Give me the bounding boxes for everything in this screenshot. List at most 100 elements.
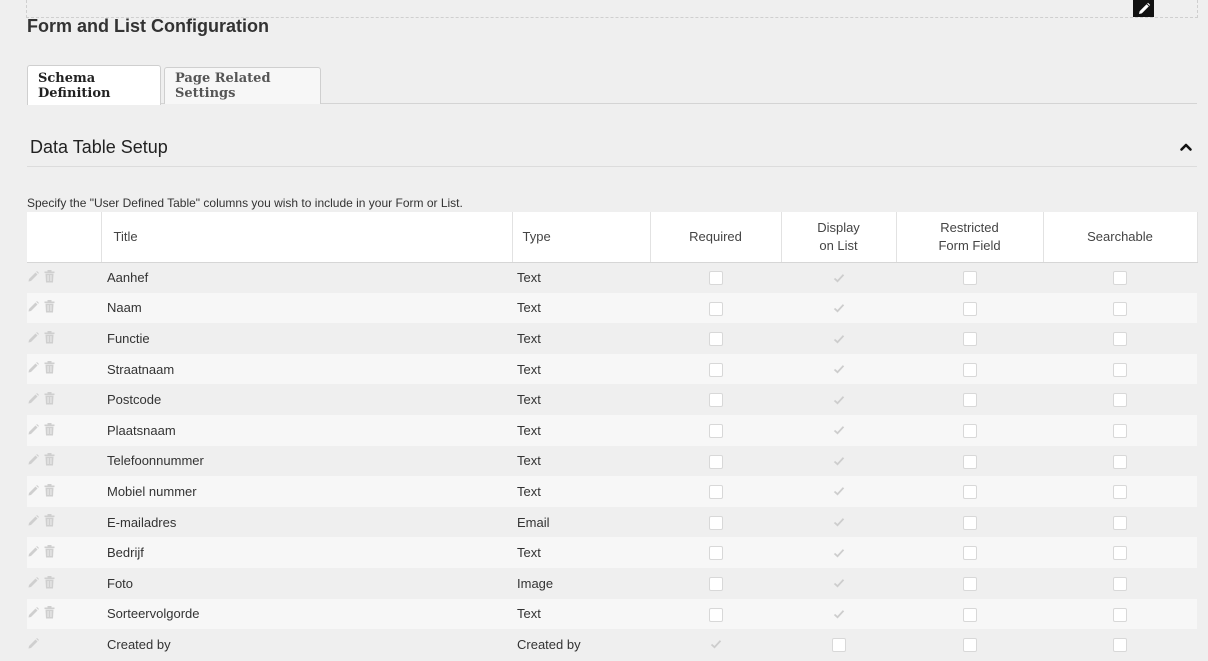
pencil-icon[interactable] <box>27 637 40 653</box>
restricted-form-field-checkbox[interactable] <box>962 638 977 653</box>
searchable-cell <box>1043 537 1197 568</box>
checkmark-icon <box>833 454 845 469</box>
required-checkbox[interactable] <box>708 393 723 408</box>
columns-table: Title Type Required Display on List Rest… <box>27 212 1198 660</box>
searchable-checkbox[interactable] <box>1113 271 1127 286</box>
required-checkbox[interactable] <box>708 271 723 286</box>
restricted-form-field-checkbox[interactable] <box>962 393 977 408</box>
row-title: Aanhef <box>101 262 512 293</box>
searchable-checkbox[interactable] <box>1113 332 1127 347</box>
restricted-form-field-checkbox[interactable] <box>962 546 977 561</box>
tab-page-related-settings[interactable]: Page Related Settings <box>164 67 321 104</box>
pencil-icon[interactable] <box>27 331 40 347</box>
pencil-icon[interactable] <box>27 270 40 286</box>
restricted-form-field-checkbox[interactable] <box>962 515 977 530</box>
pencil-icon[interactable] <box>27 576 40 592</box>
edit-module-button[interactable] <box>1133 0 1154 17</box>
searchable-cell <box>1043 262 1197 293</box>
row-actions <box>27 506 101 538</box>
trash-icon[interactable] <box>44 391 55 408</box>
searchable-checkbox[interactable] <box>1113 454 1127 469</box>
trash-icon[interactable] <box>44 514 55 530</box>
row-type: Text <box>512 598 650 630</box>
collapse-button[interactable] <box>1179 140 1193 154</box>
restricted-form-field-checkbox[interactable] <box>962 607 977 622</box>
display-on-list-cell <box>781 476 896 507</box>
pencil-icon[interactable] <box>27 300 40 316</box>
searchable-checkbox[interactable] <box>1113 301 1127 316</box>
row-actions <box>27 445 101 477</box>
restricted-form-field-checkbox[interactable] <box>962 454 977 469</box>
pencil-icon[interactable] <box>27 453 40 469</box>
restricted-form-field-checkbox[interactable] <box>962 424 977 439</box>
header-title: Title <box>101 212 513 263</box>
required-checkbox[interactable] <box>708 485 723 500</box>
restricted-form-field-checkbox[interactable] <box>962 301 977 316</box>
trash-icon[interactable] <box>44 606 55 622</box>
required-checkbox[interactable] <box>708 546 723 561</box>
pencil-icon[interactable] <box>27 606 40 622</box>
searchable-cell <box>1043 445 1197 477</box>
row-title: Created by <box>101 629 512 660</box>
page-title: Form and List Configuration <box>27 16 269 36</box>
display-on-list-cell <box>781 292 896 324</box>
searchable-cell <box>1043 476 1197 507</box>
required-checkbox[interactable] <box>708 332 723 347</box>
display-on-list-checkbox[interactable] <box>831 638 846 653</box>
trash-icon[interactable] <box>44 422 55 439</box>
checkmark-icon <box>833 484 845 499</box>
trash-icon[interactable] <box>44 483 55 500</box>
searchable-checkbox[interactable] <box>1113 546 1127 561</box>
required-checkbox[interactable] <box>708 577 723 592</box>
table-row: Naam Text <box>27 292 1197 324</box>
display-on-list-cell <box>781 445 896 477</box>
searchable-checkbox[interactable] <box>1113 485 1127 500</box>
trash-icon[interactable] <box>44 361 55 377</box>
pencil-icon[interactable] <box>27 423 40 439</box>
searchable-checkbox[interactable] <box>1113 393 1127 408</box>
pencil-icon[interactable] <box>27 514 40 530</box>
trash-icon[interactable] <box>44 300 55 316</box>
restricted-form-field-cell <box>896 353 1043 385</box>
pencil-icon[interactable] <box>27 392 40 408</box>
restricted-form-field-checkbox[interactable] <box>962 362 977 377</box>
pencil-icon[interactable] <box>27 545 40 561</box>
restricted-form-field-checkbox[interactable] <box>962 332 977 347</box>
searchable-checkbox[interactable] <box>1113 607 1127 622</box>
required-checkbox[interactable] <box>708 607 723 622</box>
trash-icon[interactable] <box>44 330 55 347</box>
header-restricted-form-field: Restricted Form Field <box>896 212 1044 263</box>
pencil-icon[interactable] <box>27 361 40 377</box>
row-type: Text <box>512 262 650 293</box>
row-title: Straatnaam <box>101 353 512 385</box>
searchable-checkbox[interactable] <box>1113 638 1127 653</box>
restricted-form-field-cell <box>896 567 1043 599</box>
tab-schema-definition[interactable]: Schema Definition <box>27 65 161 105</box>
restricted-form-field-cell <box>896 262 1043 293</box>
trash-icon[interactable] <box>44 269 55 286</box>
restricted-form-field-checkbox[interactable] <box>962 577 977 592</box>
required-checkbox[interactable] <box>708 515 723 530</box>
display-on-list-cell <box>781 537 896 568</box>
trash-icon[interactable] <box>44 453 55 469</box>
searchable-cell <box>1043 414 1197 446</box>
restricted-form-field-cell <box>896 414 1043 446</box>
table-row: Aanhef Text <box>27 262 1197 293</box>
searchable-checkbox[interactable] <box>1113 577 1127 592</box>
pencil-icon[interactable] <box>27 484 40 500</box>
table-row: Plaatsnaam Text <box>27 414 1197 446</box>
trash-icon[interactable] <box>44 544 55 561</box>
searchable-checkbox[interactable] <box>1113 362 1127 377</box>
restricted-form-field-checkbox[interactable] <box>962 485 977 500</box>
searchable-cell <box>1043 292 1197 324</box>
required-cell <box>650 629 781 660</box>
header-display-on-list: Display on List <box>781 212 897 263</box>
required-checkbox[interactable] <box>708 362 723 377</box>
searchable-checkbox[interactable] <box>1113 515 1127 530</box>
required-checkbox[interactable] <box>708 454 723 469</box>
searchable-checkbox[interactable] <box>1113 424 1127 439</box>
restricted-form-field-checkbox[interactable] <box>962 271 977 286</box>
required-checkbox[interactable] <box>708 301 723 316</box>
required-checkbox[interactable] <box>708 424 723 439</box>
trash-icon[interactable] <box>44 575 55 592</box>
